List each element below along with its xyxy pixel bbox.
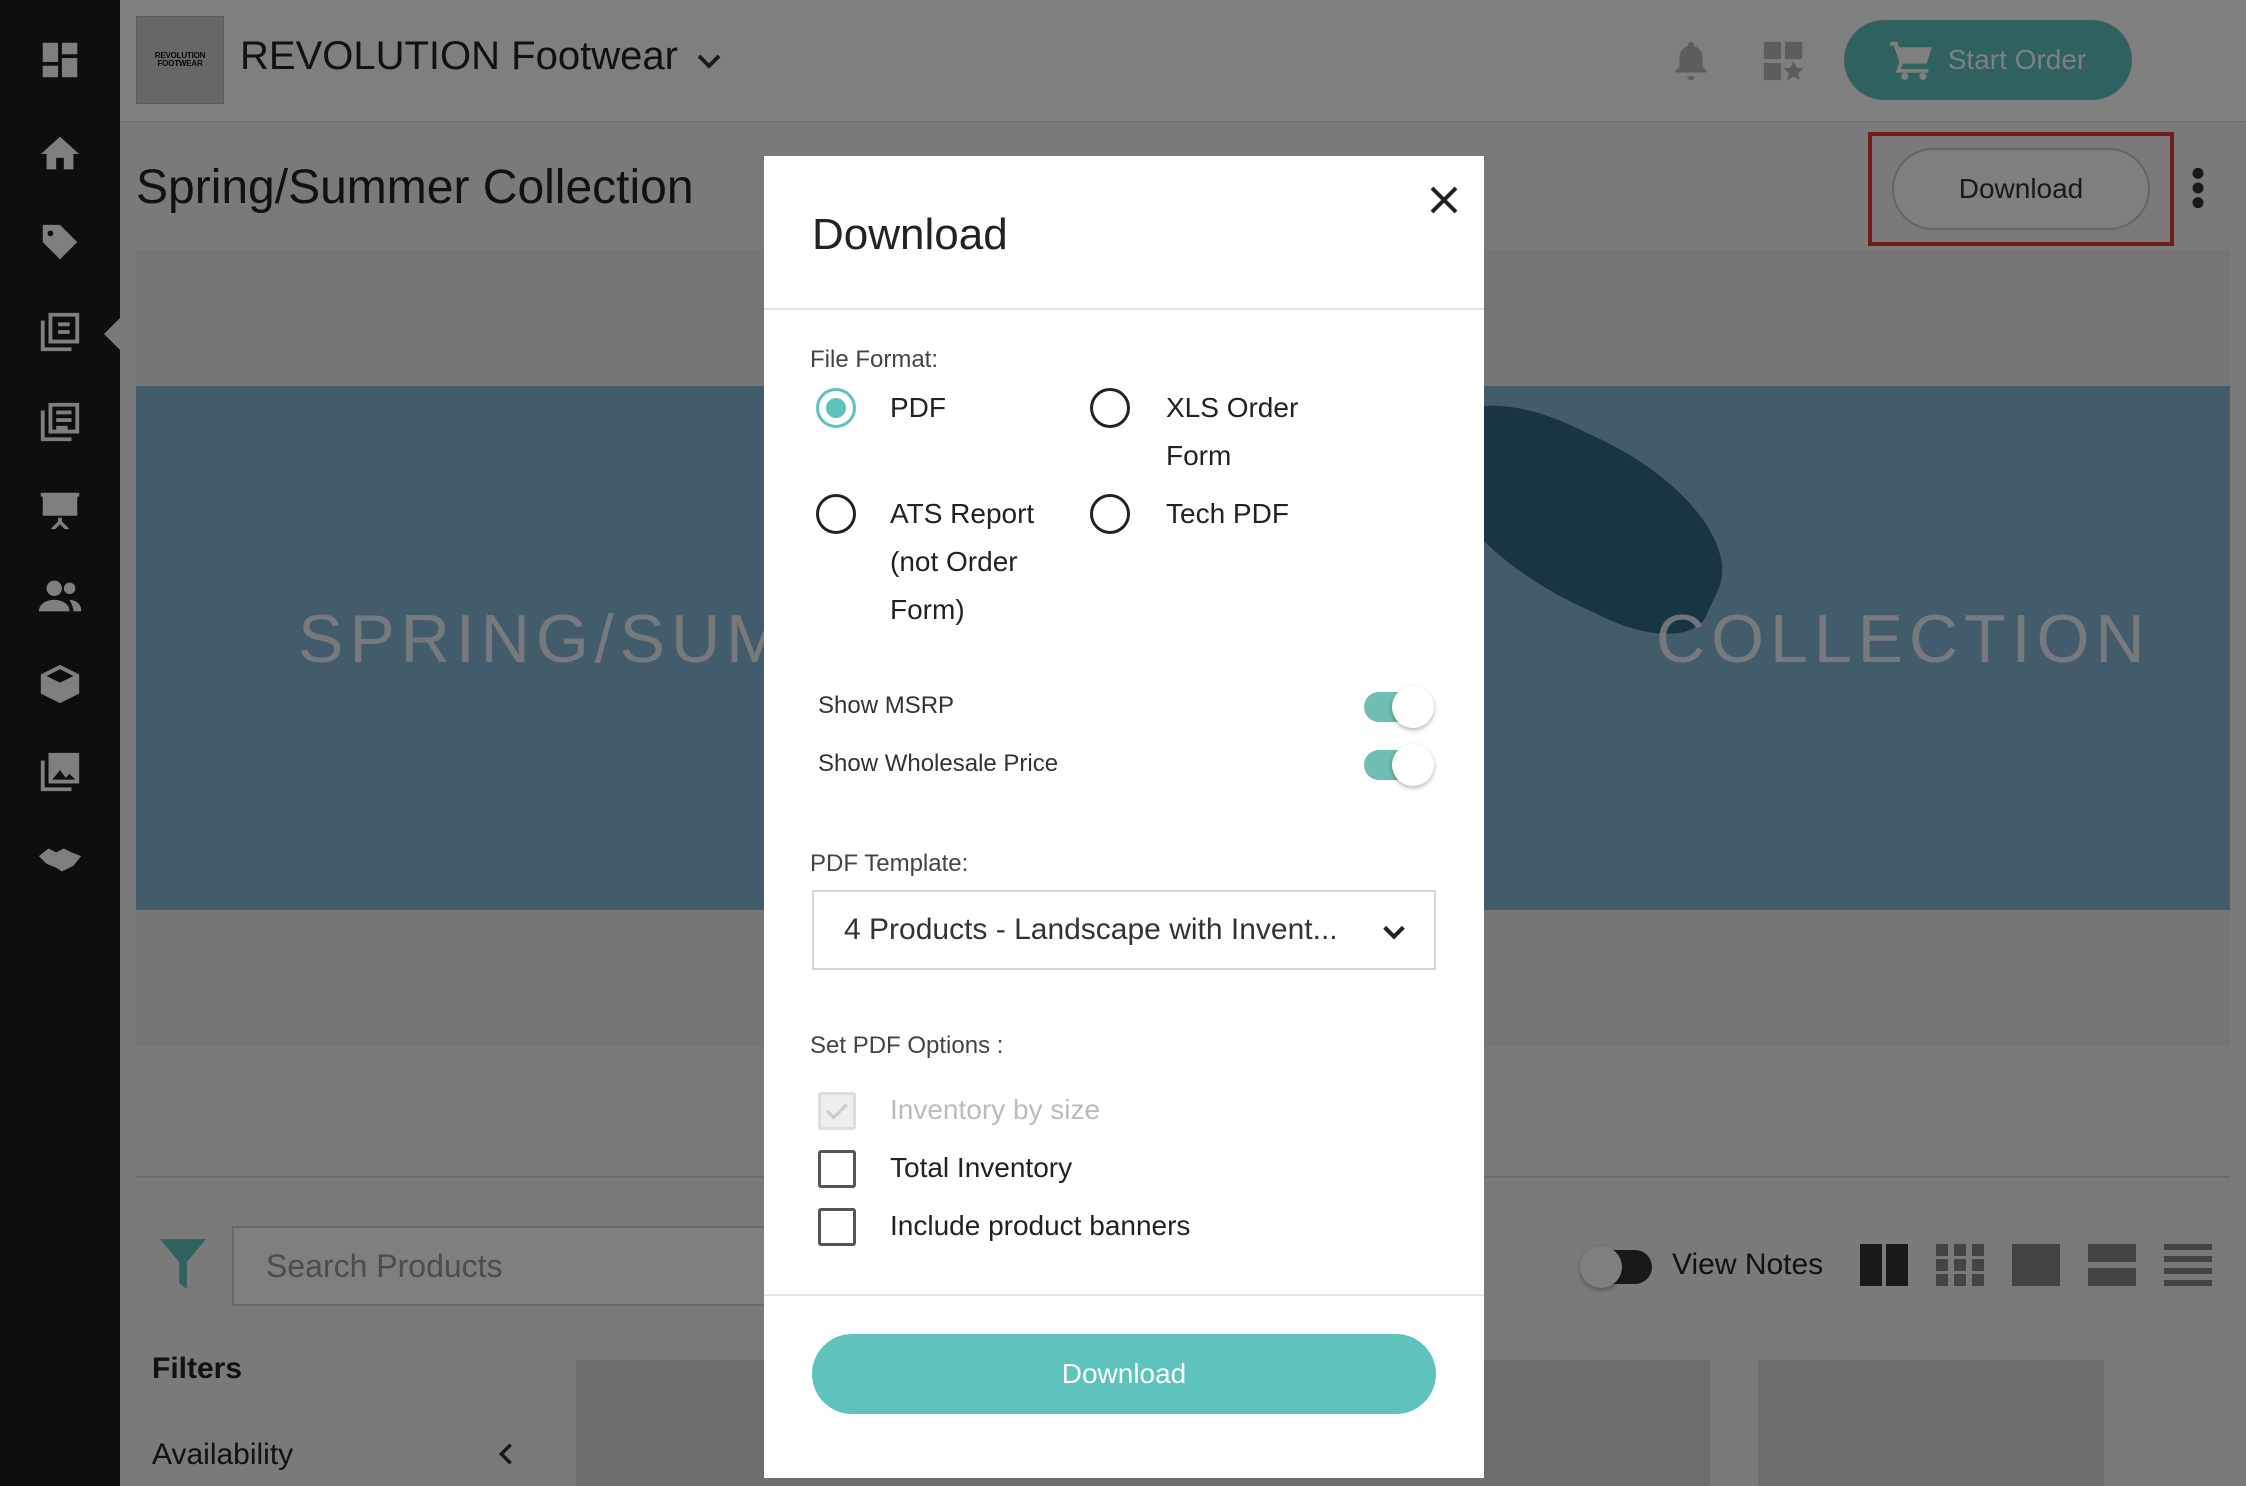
modal-header-divider bbox=[764, 308, 1484, 310]
show-msrp-toggle[interactable] bbox=[1364, 686, 1434, 728]
radio-xls-order-form[interactable] bbox=[1090, 388, 1130, 428]
radio-pdf[interactable] bbox=[816, 388, 856, 428]
inventory-by-size-checkbox bbox=[818, 1092, 856, 1130]
modal-title: Download bbox=[812, 210, 1008, 259]
radio-tech-pdf-label[interactable]: Tech PDF bbox=[1166, 490, 1289, 538]
pdf-options-label: Set PDF Options : bbox=[810, 1032, 1004, 1059]
total-inventory-checkbox[interactable] bbox=[818, 1150, 856, 1188]
pdf-template-select[interactable]: 4 Products - Landscape with Invent... bbox=[812, 890, 1436, 970]
show-wholesale-price-toggle[interactable] bbox=[1364, 744, 1434, 786]
download-modal: Download File Format: PDF XLS Order Form… bbox=[764, 156, 1484, 1478]
radio-tech-pdf[interactable] bbox=[1090, 494, 1130, 534]
radio-ats-report[interactable] bbox=[816, 494, 856, 534]
file-format-label: File Format: bbox=[810, 346, 939, 373]
pdf-template-label: PDF Template: bbox=[810, 850, 969, 877]
total-inventory-label[interactable]: Total Inventory bbox=[890, 1152, 1072, 1184]
close-button[interactable] bbox=[1420, 176, 1468, 224]
chevron-down-icon bbox=[1383, 925, 1405, 940]
include-product-banners-label[interactable]: Include product banners bbox=[890, 1210, 1190, 1242]
close-icon bbox=[1430, 186, 1458, 214]
show-msrp-label: Show MSRP bbox=[818, 692, 955, 719]
inventory-by-size-label: Inventory by size bbox=[890, 1094, 1101, 1125]
check-icon bbox=[826, 1103, 848, 1120]
radio-ats-report-label[interactable]: ATS Report (not Order Form) bbox=[890, 490, 1034, 634]
modal-download-button[interactable]: Download bbox=[812, 1334, 1436, 1414]
show-wholesale-price-label: Show Wholesale Price bbox=[818, 750, 1059, 777]
modal-footer-divider bbox=[764, 1294, 1484, 1296]
radio-xls-order-form-label[interactable]: XLS Order Form bbox=[1166, 384, 1298, 480]
pdf-template-value: 4 Products - Landscape with Invent... bbox=[844, 913, 1338, 946]
radio-pdf-label[interactable]: PDF bbox=[890, 384, 946, 432]
include-product-banners-checkbox[interactable] bbox=[818, 1208, 856, 1246]
